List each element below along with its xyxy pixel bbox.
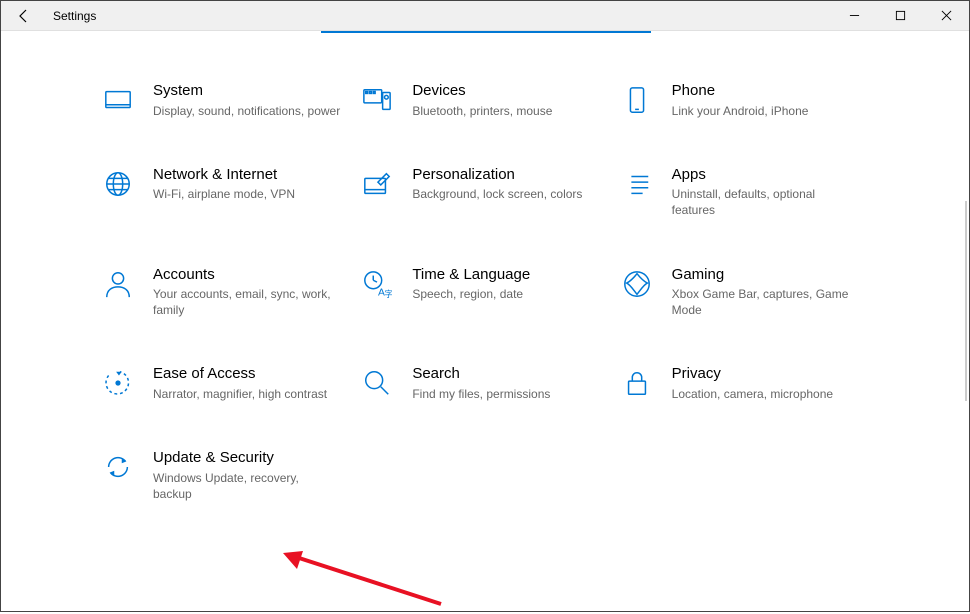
tile-phone[interactable]: Phone Link your Android, iPhone (620, 81, 869, 119)
scrollbar[interactable] (965, 201, 967, 401)
tile-title: Search (412, 364, 599, 384)
tile-desc: Wi-Fi, airplane mode, VPN (153, 186, 340, 202)
time-language-icon: A字 (360, 267, 394, 301)
ease-of-access-icon (101, 366, 135, 400)
tile-title: Personalization (412, 165, 599, 185)
tile-devices[interactable]: Devices Bluetooth, printers, mouse (360, 81, 609, 119)
tile-time-language[interactable]: A字 Time & Language Speech, region, date (360, 265, 609, 319)
update-icon (101, 450, 135, 484)
window-title: Settings (53, 9, 96, 23)
gaming-icon (620, 267, 654, 301)
search-icon (360, 366, 394, 400)
system-icon (101, 83, 135, 117)
lock-icon (620, 366, 654, 400)
tile-desc: Background, lock screen, colors (412, 186, 599, 202)
svg-text:字: 字 (385, 289, 393, 299)
personalization-icon (360, 167, 394, 201)
back-button[interactable] (1, 1, 47, 31)
titlebar: Settings (1, 1, 969, 31)
tile-apps[interactable]: Apps Uninstall, defaults, optional featu… (620, 165, 869, 219)
tile-personalization[interactable]: Personalization Background, lock screen,… (360, 165, 609, 219)
maximize-button[interactable] (877, 1, 923, 31)
tile-desc: Xbox Game Bar, captures, Game Mode (672, 286, 859, 318)
tile-desc: Bluetooth, printers, mouse (412, 103, 599, 119)
tile-desc: Link your Android, iPhone (672, 103, 859, 119)
apps-icon (620, 167, 654, 201)
settings-home: System Display, sound, notifications, po… (1, 81, 969, 611)
tile-desc: Location, camera, microphone (672, 386, 859, 402)
tile-title: System (153, 81, 340, 101)
tile-search[interactable]: Search Find my files, permissions (360, 364, 609, 402)
close-button[interactable] (923, 1, 969, 31)
tile-title: Privacy (672, 364, 859, 384)
globe-icon (101, 167, 135, 201)
tile-desc: Windows Update, recovery, backup (153, 470, 340, 502)
tile-title: Accounts (153, 265, 340, 285)
tile-title: Update & Security (153, 448, 340, 468)
tile-title: Gaming (672, 265, 859, 285)
tile-accounts[interactable]: Accounts Your accounts, email, sync, wor… (101, 265, 350, 319)
tile-system[interactable]: System Display, sound, notifications, po… (101, 81, 350, 119)
tile-network[interactable]: Network & Internet Wi-Fi, airplane mode,… (101, 165, 350, 219)
tile-title: Devices (412, 81, 599, 101)
category-grid: System Display, sound, notifications, po… (101, 81, 869, 502)
devices-icon (360, 83, 394, 117)
tile-desc: Display, sound, notifications, power (153, 103, 340, 119)
tile-desc: Uninstall, defaults, optional features (672, 186, 859, 218)
search-underline (321, 31, 651, 33)
tile-title: Time & Language (412, 265, 599, 285)
tile-title: Apps (672, 165, 859, 185)
tile-ease-of-access[interactable]: Ease of Access Narrator, magnifier, high… (101, 364, 350, 402)
accounts-icon (101, 267, 135, 301)
tile-update-security[interactable]: Update & Security Windows Update, recove… (101, 448, 350, 502)
tile-desc: Your accounts, email, sync, work, family (153, 286, 340, 318)
minimize-button[interactable] (831, 1, 877, 31)
tile-title: Network & Internet (153, 165, 340, 185)
tile-gaming[interactable]: Gaming Xbox Game Bar, captures, Game Mod… (620, 265, 869, 319)
phone-icon (620, 83, 654, 117)
tile-desc: Find my files, permissions (412, 386, 599, 402)
tile-title: Ease of Access (153, 364, 340, 384)
tile-privacy[interactable]: Privacy Location, camera, microphone (620, 364, 869, 402)
tile-title: Phone (672, 81, 859, 101)
tile-desc: Narrator, magnifier, high contrast (153, 386, 340, 402)
tile-desc: Speech, region, date (412, 286, 599, 302)
